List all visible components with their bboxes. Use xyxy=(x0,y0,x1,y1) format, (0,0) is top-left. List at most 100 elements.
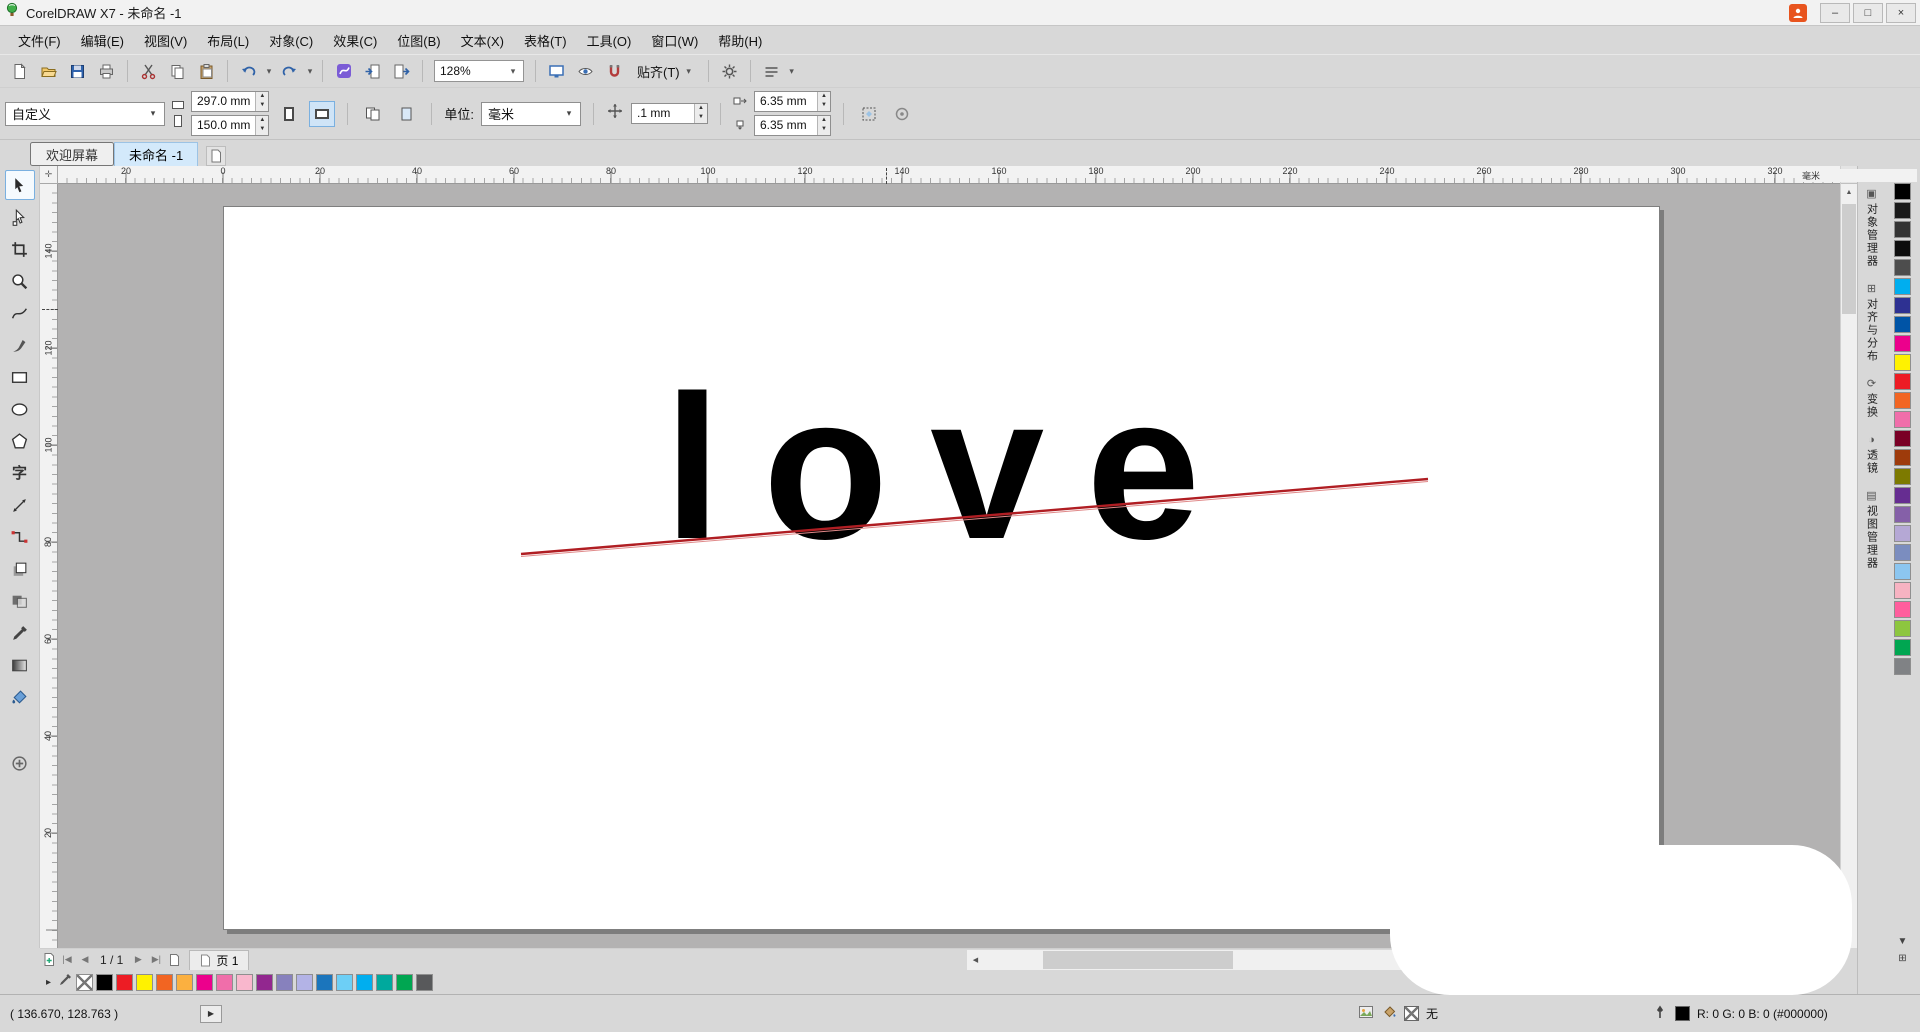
export-button[interactable] xyxy=(388,58,415,85)
print-button[interactable] xyxy=(93,58,120,85)
color-swatch[interactable] xyxy=(1894,411,1911,428)
color-swatch[interactable] xyxy=(416,973,434,991)
copy-button[interactable] xyxy=(164,58,191,85)
outline-color-swatch[interactable] xyxy=(1675,1006,1690,1021)
duplicate-x-spinner[interactable]: ▲ ▼ xyxy=(816,92,830,111)
color-swatch[interactable] xyxy=(96,973,114,991)
undo-dropdown-arrow[interactable]: ▾ xyxy=(264,66,274,77)
menu-item[interactable]: 对象(C) xyxy=(259,26,323,55)
color-swatch[interactable] xyxy=(216,973,234,991)
account-icon[interactable] xyxy=(1789,3,1807,22)
previous-page-button[interactable]: ◀ xyxy=(76,951,94,969)
transparency-tool[interactable] xyxy=(5,586,35,616)
artistic-media-tool[interactable] xyxy=(5,330,35,360)
horizontal-scroll-thumb[interactable] xyxy=(1043,951,1233,969)
minimize-button[interactable]: – xyxy=(1820,2,1850,23)
freehand-tool[interactable] xyxy=(5,298,35,328)
menu-item[interactable]: 视图(V) xyxy=(134,26,197,55)
rectangle-tool[interactable] xyxy=(5,362,35,392)
duplicate-x-field[interactable]: 6.35 mm ▲ ▼ xyxy=(753,91,831,112)
nudge-spinner[interactable]: ▲ ▼ xyxy=(693,104,707,123)
undo-button[interactable] xyxy=(235,58,262,85)
palette-eyedropper-icon[interactable] xyxy=(57,972,73,993)
color-swatch[interactable] xyxy=(1894,468,1911,485)
color-swatch[interactable] xyxy=(1894,430,1911,447)
menu-item[interactable]: 效果(C) xyxy=(323,26,387,55)
color-swatch[interactable] xyxy=(236,973,254,991)
ellipse-tool[interactable] xyxy=(5,394,35,424)
menu-item[interactable]: 表格(T) xyxy=(514,26,577,55)
text-tool[interactable]: 字 xyxy=(5,458,35,488)
fill-none-swatch[interactable] xyxy=(1404,1006,1419,1021)
color-swatch[interactable] xyxy=(256,973,274,991)
snap-magnet-icon[interactable] xyxy=(601,58,628,85)
color-swatch[interactable] xyxy=(1894,639,1911,656)
nudge-distance-field[interactable]: .1 mm ▲ ▼ xyxy=(630,103,708,124)
toolbar-overflow-arrow[interactable]: ▾ xyxy=(787,66,797,77)
redo-dropdown-arrow[interactable]: ▾ xyxy=(305,66,315,77)
parallel-dimension-tool[interactable] xyxy=(5,490,35,520)
color-swatch[interactable] xyxy=(1894,278,1911,295)
docker-tab[interactable]: ◑ 透镜 xyxy=(1864,435,1880,476)
color-swatch[interactable] xyxy=(1894,183,1911,200)
palette-scroll-down-button[interactable]: ▼ xyxy=(1898,936,1908,947)
menu-item[interactable]: 文件(F) xyxy=(8,26,71,55)
page-preset-combo[interactable]: 自定义 ▾ xyxy=(5,101,165,126)
color-swatch[interactable] xyxy=(1894,544,1911,561)
page-width-spinner[interactable]: ▲ ▼ xyxy=(255,92,269,111)
tab-welcome-screen[interactable]: 欢迎屏幕 xyxy=(30,142,115,166)
paste-button[interactable] xyxy=(193,58,220,85)
snap-to-dropdown[interactable]: 贴齐(T) ▾ xyxy=(630,58,701,84)
add-page-button[interactable] xyxy=(40,951,58,969)
open-button[interactable] xyxy=(35,58,62,85)
menu-item[interactable]: 工具(O) xyxy=(577,26,642,55)
maximize-button[interactable]: □ xyxy=(1853,2,1883,23)
scroll-left-button[interactable]: ◀ xyxy=(967,950,984,970)
color-swatch[interactable] xyxy=(1894,240,1911,257)
new-document-button[interactable] xyxy=(6,58,33,85)
launch-options-button[interactable] xyxy=(889,101,915,127)
status-expand-button[interactable]: ▶ xyxy=(200,1004,222,1023)
drop-shadow-tool[interactable] xyxy=(5,554,35,584)
color-swatch[interactable] xyxy=(1894,259,1911,276)
portrait-button[interactable] xyxy=(276,101,302,127)
color-swatch[interactable] xyxy=(196,973,214,991)
vertical-ruler[interactable]: 140 120 100 80 60 40 20 xyxy=(40,184,58,948)
color-swatch[interactable] xyxy=(276,973,294,991)
cut-button[interactable] xyxy=(135,58,162,85)
color-swatch[interactable] xyxy=(1894,601,1911,618)
menu-item[interactable]: 文本(X) xyxy=(451,26,514,55)
color-swatch[interactable] xyxy=(1894,449,1911,466)
color-swatch[interactable] xyxy=(1894,221,1911,238)
color-swatch[interactable] xyxy=(296,973,314,991)
shape-tool[interactable] xyxy=(5,202,35,232)
menu-item[interactable]: 窗口(W) xyxy=(641,26,708,55)
docker-tab[interactable]: ▤ 视图管理器 xyxy=(1864,491,1880,571)
color-swatch[interactable] xyxy=(156,973,174,991)
import-button[interactable] xyxy=(359,58,386,85)
duplicate-y-spinner[interactable]: ▲ ▼ xyxy=(816,116,830,135)
color-swatch[interactable] xyxy=(316,973,334,991)
color-swatch[interactable] xyxy=(1894,297,1911,314)
landscape-button[interactable] xyxy=(309,100,336,127)
view-mode-eye-icon[interactable] xyxy=(572,58,599,85)
color-swatch[interactable] xyxy=(1894,506,1911,523)
color-swatch[interactable] xyxy=(1894,487,1911,504)
page-1-tab[interactable]: 页 1 xyxy=(189,949,250,970)
color-swatch[interactable] xyxy=(1894,354,1911,371)
save-button[interactable] xyxy=(64,58,91,85)
page-width-field[interactable]: 297.0 mm ▲ ▼ xyxy=(191,91,270,112)
scroll-up-button[interactable]: ▲ xyxy=(1841,184,1857,201)
interactive-fill-tool[interactable] xyxy=(5,650,35,680)
tab-untitled-document[interactable]: 未命名 -1 xyxy=(114,142,199,166)
color-swatch[interactable] xyxy=(356,973,374,991)
vertical-scrollbar[interactable]: ▸ ▲ ▼ xyxy=(1840,166,1857,948)
ruler-origin-corner[interactable]: ✛ xyxy=(40,166,58,184)
duplicate-y-field[interactable]: 6.35 mm ▲ ▼ xyxy=(753,115,831,136)
color-swatch[interactable] xyxy=(336,973,354,991)
docker-tab[interactable]: ⊞ 对齐与分布 xyxy=(1864,284,1880,364)
crop-tool[interactable] xyxy=(5,234,35,264)
color-swatch[interactable] xyxy=(1894,525,1911,542)
color-swatch[interactable] xyxy=(1894,335,1911,352)
color-swatch[interactable] xyxy=(1894,316,1911,333)
